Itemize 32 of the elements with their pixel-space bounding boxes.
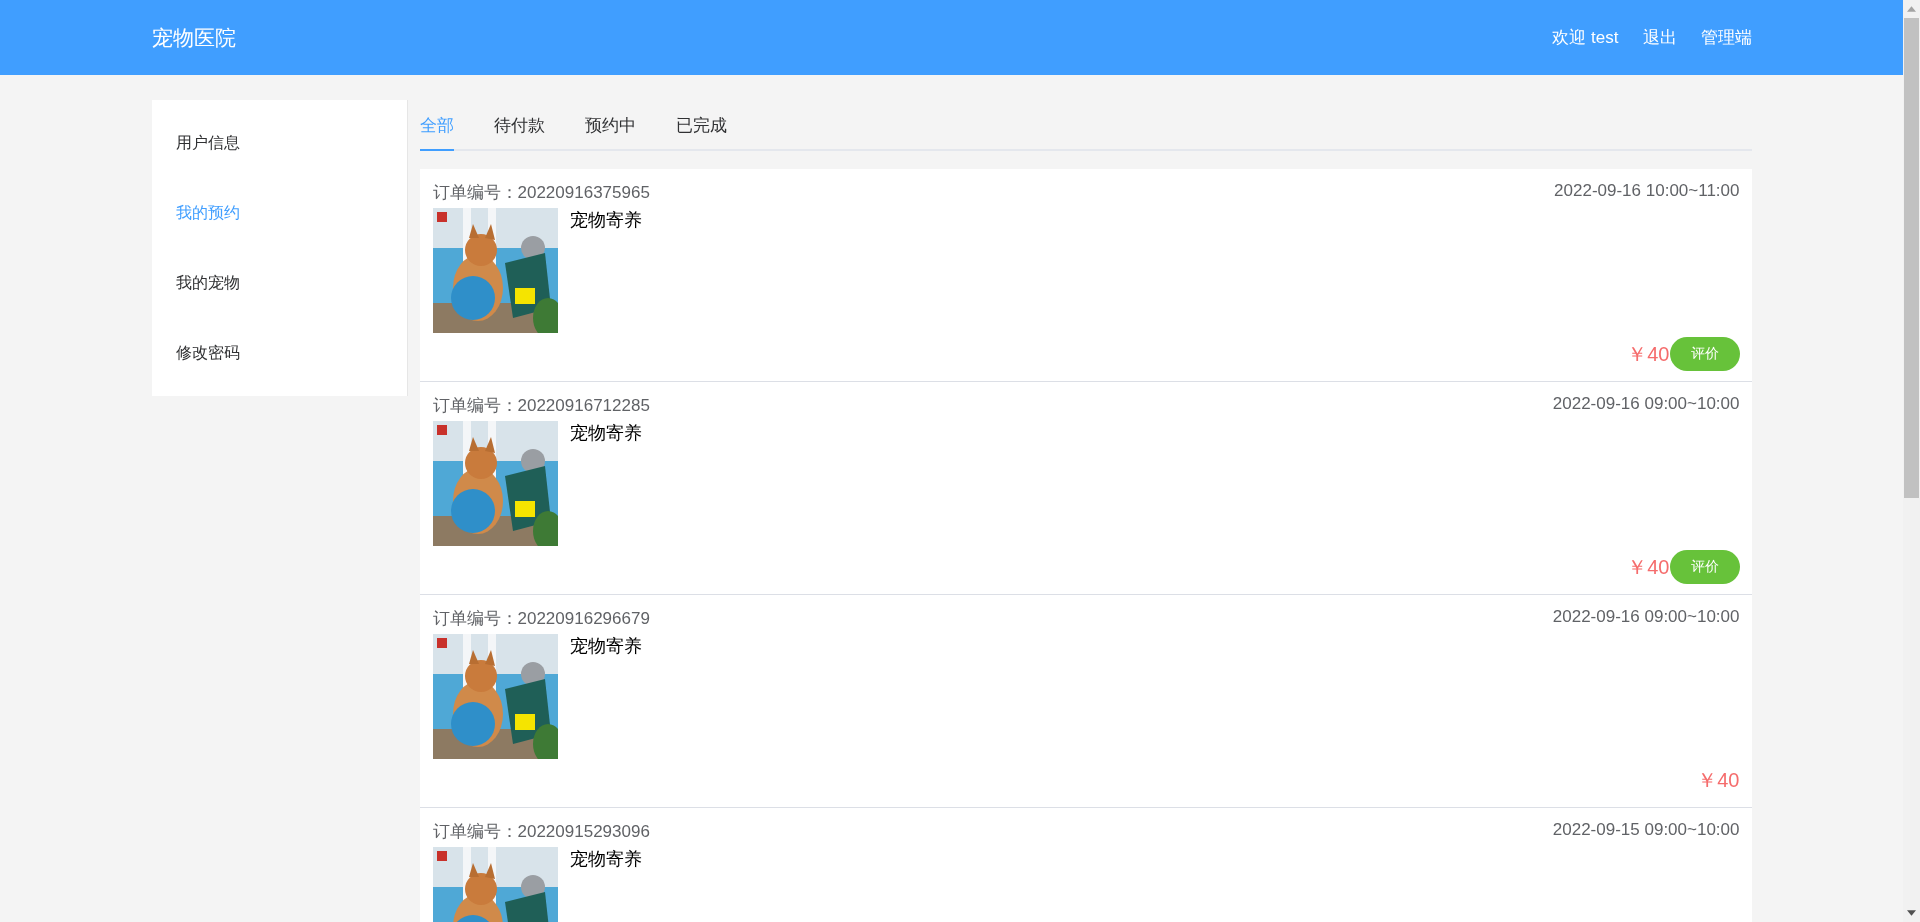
tab[interactable]: 已完成: [675, 100, 727, 151]
service-name: 宠物寄养: [569, 848, 642, 871]
service-name: 宠物寄养: [569, 422, 642, 445]
appointment-time: 2022-09-16 10:00~11:00: [1554, 181, 1740, 202]
site-title[interactable]: 宠物医院: [151, 23, 236, 52]
price: ￥40: [1697, 767, 1740, 793]
service-name: 宠物寄养: [569, 635, 642, 658]
header-link[interactable]: 管理端: [1700, 26, 1752, 49]
sidebar-item[interactable]: 用户信息: [151, 108, 407, 178]
appointment-time: 2022-09-16 09:00~10:00: [1552, 394, 1740, 415]
scroll-thumb[interactable]: [1904, 18, 1919, 498]
header-link[interactable]: 欢迎 test: [1552, 26, 1619, 49]
header-link[interactable]: 退出: [1642, 26, 1677, 49]
sidebar-item[interactable]: 我的宠物: [151, 248, 407, 318]
order-number: 订单编号：20220915293096: [432, 821, 650, 843]
scroll-down-icon[interactable]: [1907, 910, 1916, 916]
appointment-time: 2022-09-16 09:00~10:00: [1552, 607, 1740, 628]
review-button[interactable]: 评价: [1669, 337, 1740, 371]
service-name: 宠物寄养: [569, 209, 642, 232]
price: ￥40: [1627, 554, 1670, 580]
tab[interactable]: 全部: [419, 100, 454, 151]
price: ￥40: [1627, 341, 1670, 367]
tab[interactable]: 待付款: [493, 100, 545, 151]
appointment-time: 2022-09-15 09:00~10:00: [1552, 820, 1740, 841]
scroll-up-icon[interactable]: [1907, 6, 1916, 12]
review-button[interactable]: 评价: [1669, 550, 1740, 584]
order-number: 订单编号：20220916375965: [432, 182, 650, 204]
order-number: 订单编号：20220916712285: [432, 395, 650, 417]
order-number: 订单编号：20220916296679: [432, 608, 650, 630]
sidebar-item[interactable]: 我的预约: [151, 178, 407, 248]
tab[interactable]: 预约中: [584, 100, 636, 151]
sidebar-item[interactable]: 修改密码: [151, 318, 407, 388]
